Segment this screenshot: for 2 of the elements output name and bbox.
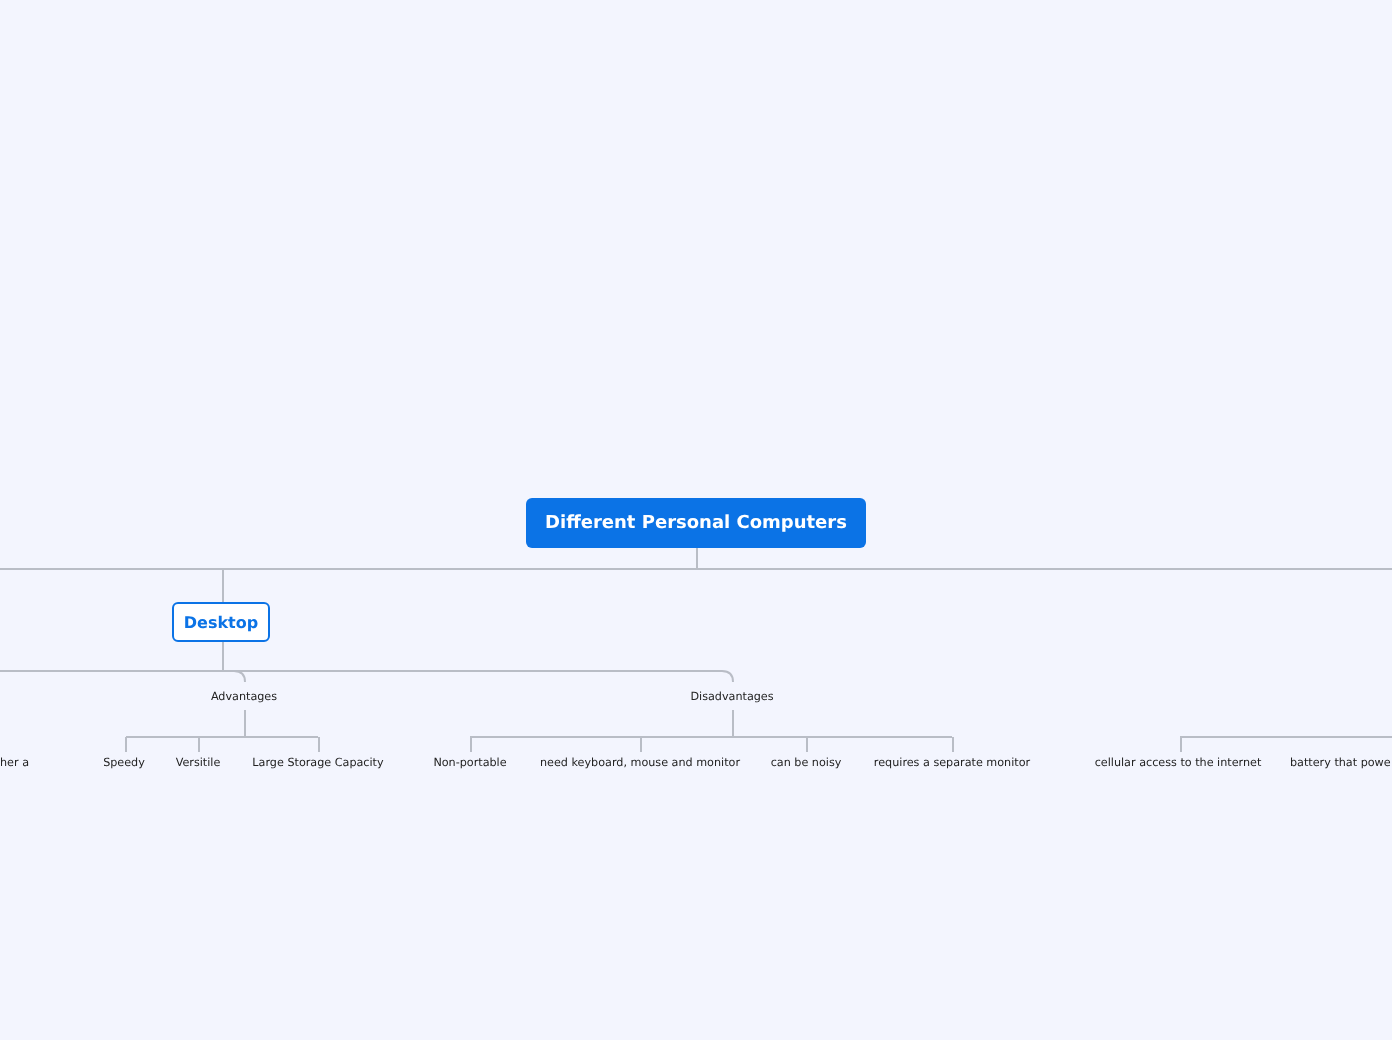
main-topic[interactable]: Desktop	[172, 602, 270, 642]
central-topic[interactable]: Different Personal Computers	[526, 498, 866, 548]
